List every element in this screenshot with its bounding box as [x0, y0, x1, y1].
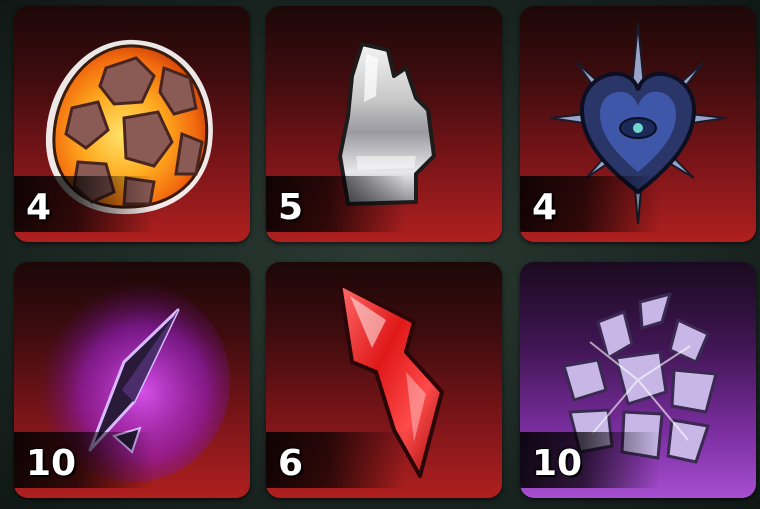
item-count: 6 — [278, 443, 304, 484]
item-count: 10 — [26, 443, 77, 484]
inventory-slot-purple-shard[interactable]: 10 — [14, 262, 250, 498]
inventory-slot-spiked-heart[interactable]: 4 — [520, 6, 756, 242]
inventory-slot-silver-crystal[interactable]: 5 — [266, 6, 502, 242]
inventory-slot-red-crystal[interactable]: 6 — [266, 262, 502, 498]
item-count: 5 — [278, 187, 304, 228]
inventory-slot-lava-egg[interactable]: 4 — [14, 6, 250, 242]
inventory-slot-shattered-glass[interactable]: 10 — [520, 262, 756, 498]
item-count: 4 — [26, 187, 52, 228]
item-count: 10 — [532, 443, 583, 484]
item-count: 4 — [532, 187, 558, 228]
